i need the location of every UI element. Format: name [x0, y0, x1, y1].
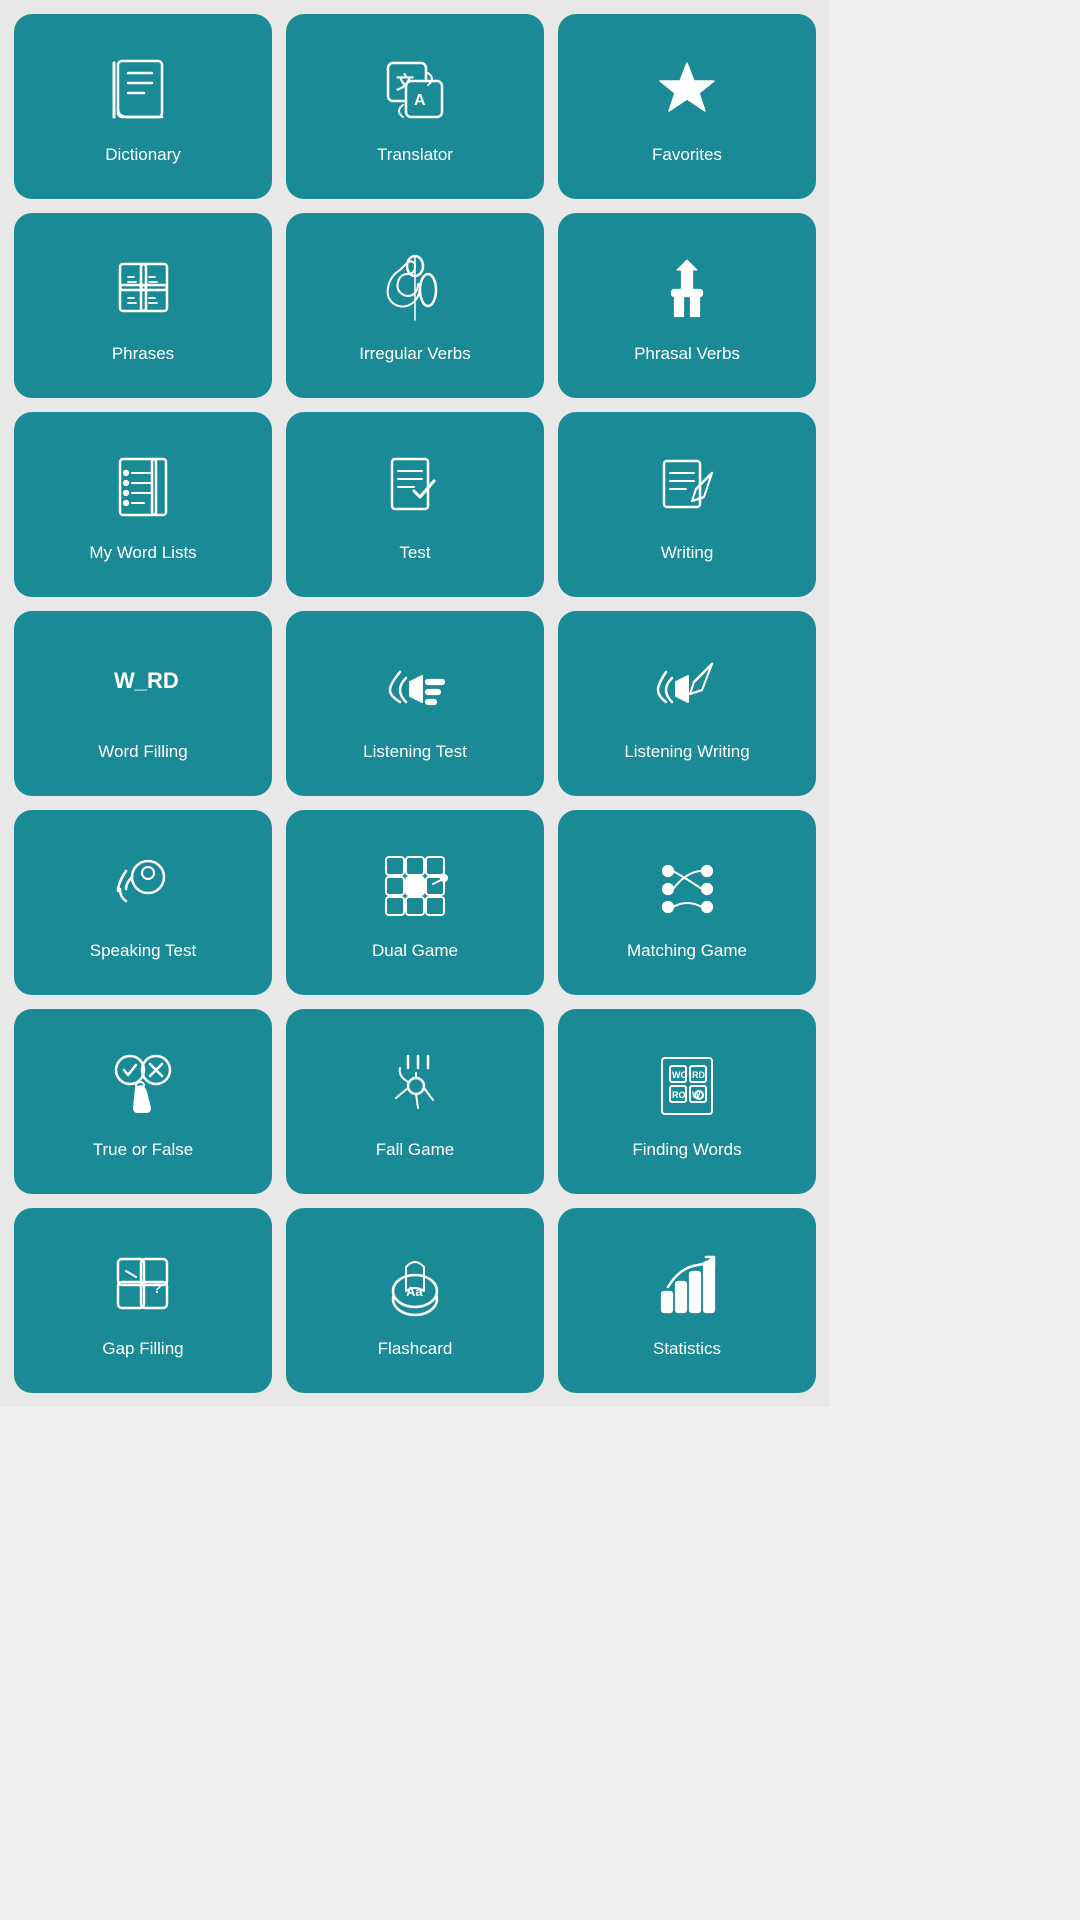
translator-icon: 文 A	[375, 50, 455, 130]
listening-writing-icon	[647, 647, 727, 727]
tile-word-filling[interactable]: W_RD Word Filling	[14, 611, 272, 796]
flashcard-label: Flashcard	[378, 1338, 453, 1360]
svg-text:W_RD: W_RD	[114, 668, 179, 693]
svg-text:RD: RD	[692, 1070, 705, 1080]
translator-label: Translator	[377, 144, 453, 166]
svg-text:?: ?	[153, 1280, 162, 1296]
tile-listening-test[interactable]: Listening Test	[286, 611, 544, 796]
tile-listening-writing[interactable]: Listening Writing	[558, 611, 816, 796]
tile-my-word-lists[interactable]: My Word Lists	[14, 412, 272, 597]
true-or-false-label: True or False	[93, 1139, 193, 1161]
tile-statistics[interactable]: Statistics	[558, 1208, 816, 1393]
tile-flashcard[interactable]: Aa Flashcard	[286, 1208, 544, 1393]
my-word-lists-label: My Word Lists	[89, 542, 196, 564]
main-grid: Dictionary 文 A Translator Favorites	[0, 0, 830, 1407]
statistics-icon	[647, 1244, 727, 1324]
speaking-test-label: Speaking Test	[90, 940, 196, 962]
listening-test-icon	[375, 647, 455, 727]
svg-text:A: A	[414, 92, 426, 109]
gap-filling-label: Gap Filling	[102, 1338, 183, 1360]
tile-dual-game[interactable]: Dual Game	[286, 810, 544, 995]
writing-icon	[647, 448, 727, 528]
svg-text:WO: WO	[672, 1070, 688, 1080]
matching-game-label: Matching Game	[627, 940, 747, 962]
tile-writing[interactable]: Writing	[558, 412, 816, 597]
finding-words-icon: WO RD RO W	[647, 1045, 727, 1125]
dual-game-label: Dual Game	[372, 940, 458, 962]
dual-game-icon	[375, 846, 455, 926]
svg-text:RO: RO	[672, 1090, 686, 1100]
finding-words-label: Finding Words	[632, 1139, 741, 1161]
my-word-lists-icon	[103, 448, 183, 528]
tile-phrasal-verbs[interactable]: Phrasal Verbs	[558, 213, 816, 398]
flashcard-icon: Aa	[375, 1244, 455, 1324]
tile-fall-game[interactable]: Fall Game	[286, 1009, 544, 1194]
svg-text:Aa: Aa	[406, 1284, 423, 1299]
statistics-label: Statistics	[653, 1338, 721, 1360]
phrasal-verbs-icon	[647, 249, 727, 329]
tile-matching-game[interactable]: Matching Game	[558, 810, 816, 995]
phrases-label: Phrases	[112, 343, 174, 365]
tile-true-or-false[interactable]: True or False	[14, 1009, 272, 1194]
dictionary-label: Dictionary	[105, 144, 181, 166]
favorites-icon	[647, 50, 727, 130]
word-filling-label: Word Filling	[98, 741, 187, 763]
tile-speaking-test[interactable]: Speaking Test	[14, 810, 272, 995]
test-icon	[375, 448, 455, 528]
tile-gap-filling[interactable]: ? Gap Filling	[14, 1208, 272, 1393]
gap-filling-icon: ?	[103, 1244, 183, 1324]
listening-test-label: Listening Test	[363, 741, 467, 763]
irregular-verbs-label: Irregular Verbs	[359, 343, 471, 365]
tile-dictionary[interactable]: Dictionary	[14, 14, 272, 199]
tile-phrases[interactable]: Phrases	[14, 213, 272, 398]
writing-label: Writing	[661, 542, 714, 564]
fall-game-label: Fall Game	[376, 1139, 454, 1161]
tile-translator[interactable]: 文 A Translator	[286, 14, 544, 199]
phrases-icon	[103, 249, 183, 329]
test-label: Test	[399, 542, 430, 564]
true-or-false-icon	[103, 1045, 183, 1125]
irregular-verbs-icon	[375, 249, 455, 329]
tile-test[interactable]: Test	[286, 412, 544, 597]
favorites-label: Favorites	[652, 144, 722, 166]
word-filling-icon: W_RD	[103, 647, 183, 727]
speaking-test-icon	[103, 846, 183, 926]
matching-game-icon	[647, 846, 727, 926]
tile-finding-words[interactable]: WO RD RO W Finding Words	[558, 1009, 816, 1194]
tile-favorites[interactable]: Favorites	[558, 14, 816, 199]
dictionary-icon	[103, 50, 183, 130]
phrasal-verbs-label: Phrasal Verbs	[634, 343, 740, 365]
fall-game-icon	[375, 1045, 455, 1125]
listening-writing-label: Listening Writing	[624, 741, 749, 763]
tile-irregular-verbs[interactable]: Irregular Verbs	[286, 213, 544, 398]
